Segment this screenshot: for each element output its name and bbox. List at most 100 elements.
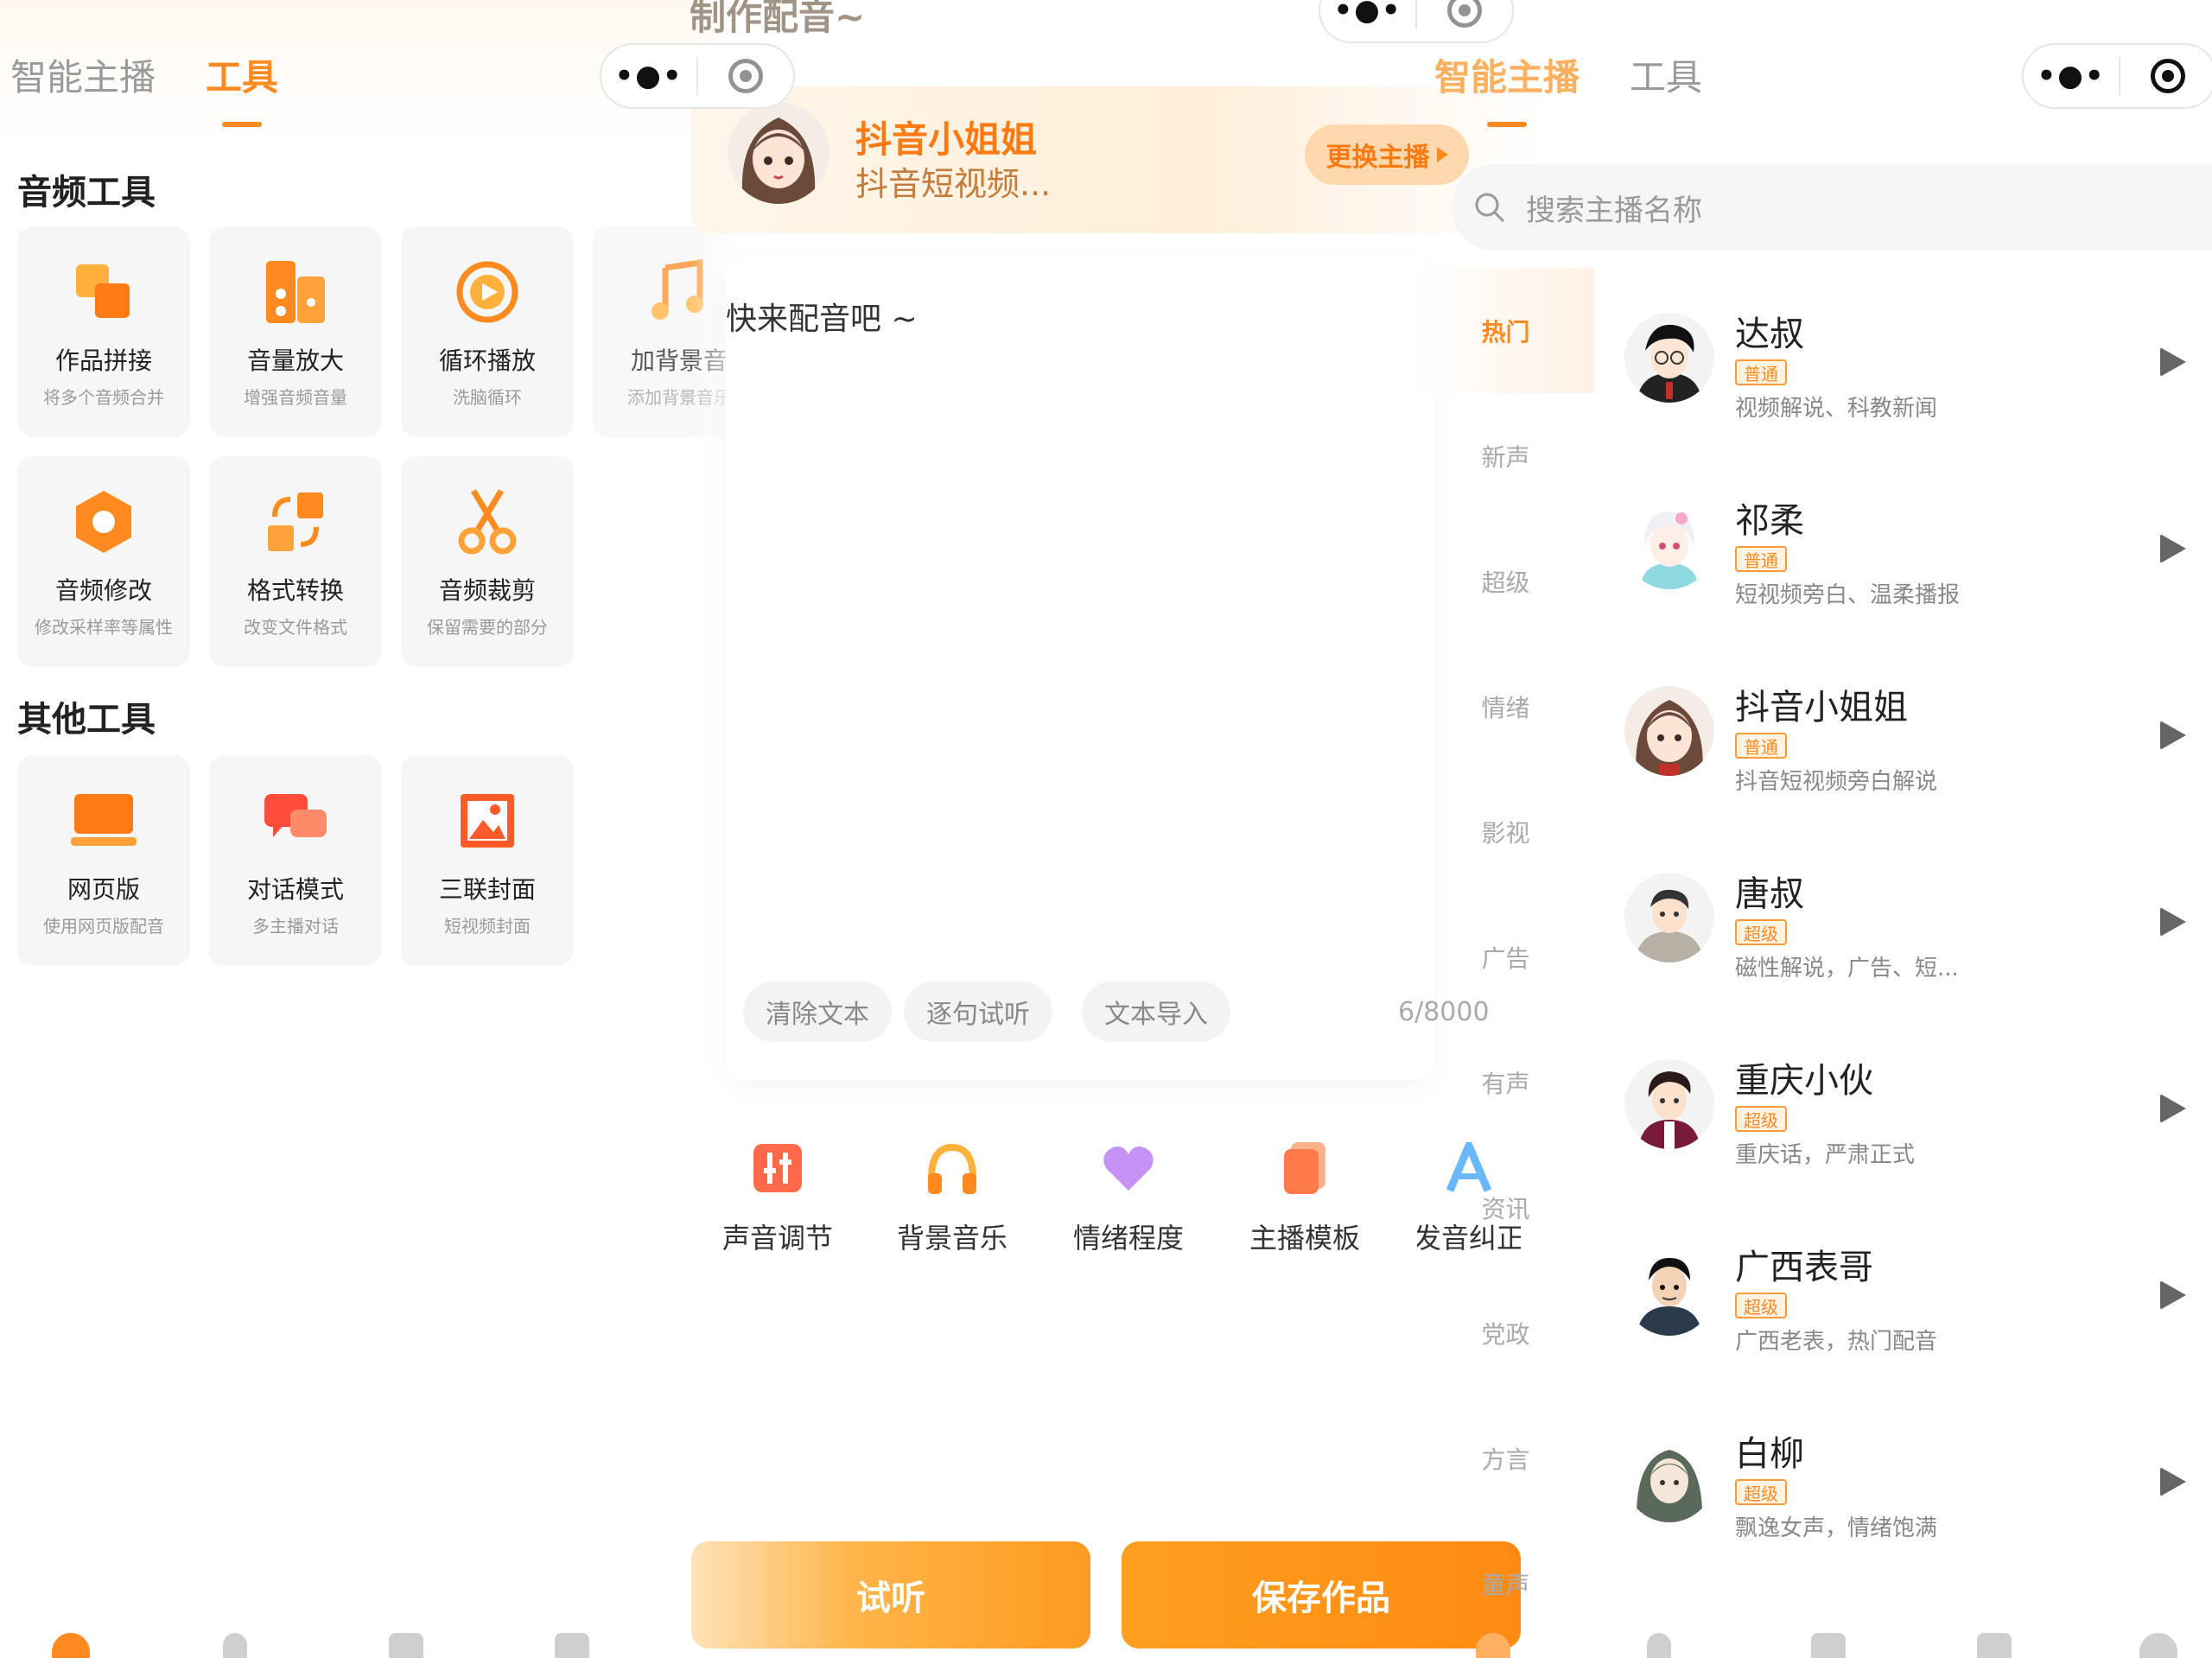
tool-format-convert[interactable]: 格式转换 改变文件格式: [209, 456, 382, 667]
audio-tab-icon[interactable]: [389, 1633, 423, 1658]
loop-icon: [453, 257, 522, 327]
category-sidebar: 热门 新声 超级 情绪 影视 广告 有声 资讯 党政 方言 童声: [1417, 268, 1594, 1646]
clear-text-button[interactable]: 清除文本: [743, 981, 892, 1042]
tools-panel-tabs: 智能主播 工具: [10, 48, 278, 101]
dub-text-area[interactable]: [726, 259, 1434, 1080]
tool-loop-play[interactable]: 循环播放 洗脑循环: [401, 226, 574, 437]
tool-volume-boost[interactable]: 音量放大 增强音频音量: [209, 226, 382, 437]
tool-audio-modify[interactable]: 音频修改 修改采样率等属性: [17, 456, 190, 667]
level-badge: 超级: [1735, 1293, 1787, 1318]
play-icon[interactable]: [2160, 534, 2186, 563]
anchor-row[interactable]: 白柳 超级 飘逸女声，情绪饱满: [1624, 1413, 2212, 1600]
anchor-desc: 磁性解说，广告、短...: [1735, 956, 1959, 981]
tool-triple-cover[interactable]: 三联封面 短视频封面: [401, 755, 574, 966]
tab-tools[interactable]: 工具: [206, 48, 278, 101]
play-icon[interactable]: [2160, 721, 2186, 750]
category-news[interactable]: 资讯: [1417, 1145, 1594, 1270]
headphones-icon: [925, 1140, 980, 1196]
feature-emotion[interactable]: 情绪程度: [1068, 1140, 1189, 1256]
anchor-row[interactable]: 唐叔 超级 磁性解说，广告、短...: [1624, 854, 2212, 1040]
close-target-icon[interactable]: [698, 59, 793, 93]
category-hot[interactable]: 热门: [1417, 268, 1594, 393]
merge-icon: [69, 257, 138, 327]
anchor-desc: 飘逸女声，情绪饱满: [1735, 1515, 1938, 1541]
tool-name: 对话模式: [246, 875, 344, 904]
tool-name: 三联封面: [438, 875, 536, 904]
category-super[interactable]: 超级: [1417, 518, 1594, 644]
feature-name: 声音调节: [721, 1222, 833, 1255]
doc-tab-icon[interactable]: [1977, 1633, 2012, 1658]
avatar: [1624, 686, 1714, 776]
anchor-list: 达叔 普通 视频解说、科教新闻 祁柔 普通 短视频旁白、温柔播报 抖音小姐姐 普…: [1624, 294, 2212, 1600]
mini-program-capsule-left: •●•: [600, 43, 795, 109]
anchor-desc: 抖音短视频旁白解说: [1735, 769, 1938, 795]
sentence-preview-button[interactable]: 逐句试听: [904, 981, 1052, 1042]
speaker-icon: [261, 257, 330, 327]
close-target-icon[interactable]: [2120, 59, 2212, 93]
play-icon[interactable]: [2160, 1467, 2186, 1496]
scissors-icon: [453, 487, 522, 556]
level-badge: 超级: [1735, 1106, 1787, 1132]
play-icon[interactable]: [2160, 1094, 2186, 1123]
anchor-row[interactable]: 广西表哥 超级 广西老表，热门配音: [1624, 1227, 2212, 1413]
anchor-desc: 重庆话，严肃正式: [1735, 1142, 1916, 1168]
anchor-search-input[interactable]: 搜索主播名称: [1452, 164, 2212, 251]
category-child[interactable]: 童声: [1417, 1521, 1594, 1646]
tool-dialog-mode[interactable]: 对话模式 多主播对话: [209, 755, 382, 966]
feature-voice-adjust[interactable]: 声音调节: [717, 1140, 838, 1256]
anchor-row[interactable]: 达叔 普通 视频解说、科教新闻: [1624, 294, 2212, 480]
category-film[interactable]: 影视: [1417, 769, 1594, 894]
switch-anchor-label: 更换主播: [1325, 143, 1430, 173]
anchor-name: 白柳: [1735, 1434, 1804, 1474]
tool-merge[interactable]: 作品拼接 将多个音频合并: [17, 226, 190, 437]
category-new-voice[interactable]: 新声: [1417, 393, 1594, 518]
user-tab-icon[interactable]: [223, 1633, 247, 1658]
preview-button[interactable]: 试听: [691, 1541, 1090, 1648]
tool-name: 作品拼接: [54, 346, 152, 375]
category-audiobook[interactable]: 有声: [1417, 1020, 1594, 1145]
tools-panel: 智能主播 工具 音频工具 作品拼接 将多个音频合并 音量放大 增强音频音量 循环…: [0, 0, 766, 1658]
more-icon[interactable]: •●•: [1320, 0, 1415, 28]
tool-name: 循环播放: [438, 346, 536, 375]
anchor-name: 抖音小姐姐: [1735, 688, 1908, 727]
more-icon[interactable]: •●•: [601, 59, 696, 93]
anchor-row[interactable]: 重庆小伙 超级 重庆话，严肃正式: [1624, 1040, 2212, 1227]
tool-name: 音频裁剪: [438, 576, 536, 605]
anchor-row[interactable]: 抖音小姐姐 普通 抖音短视频旁白解说: [1624, 667, 2212, 854]
other-tools-title: 其他工具: [17, 700, 156, 740]
level-badge: 普通: [1735, 546, 1787, 572]
more-icon[interactable]: •●•: [2024, 59, 2119, 93]
feature-bgm[interactable]: 背景音乐: [892, 1140, 1013, 1256]
play-icon[interactable]: [2160, 1280, 2186, 1310]
category-politics[interactable]: 党政: [1417, 1270, 1594, 1395]
laptop-icon: [69, 786, 138, 855]
tool-desc: 短视频封面: [444, 916, 531, 937]
current-anchor-desc: 抖音短视频...: [855, 165, 1052, 203]
audio-tab-icon[interactable]: [1811, 1633, 1846, 1658]
template-icon: [1277, 1140, 1332, 1196]
category-dialect[interactable]: 方言: [1417, 1395, 1594, 1521]
import-text-button[interactable]: 文本导入: [1082, 981, 1230, 1042]
current-anchor-name: 抖音小姐姐: [855, 118, 1038, 161]
feature-name: 背景音乐: [896, 1222, 1007, 1255]
current-anchor-avatar: [728, 102, 830, 204]
anchor-row[interactable]: 祁柔 普通 短视频旁白、温柔播报: [1624, 480, 2212, 667]
category-ad[interactable]: 广告: [1417, 894, 1594, 1020]
anchor-desc: 短视频旁白、温柔播报: [1735, 582, 1961, 608]
category-emotion[interactable]: 情绪: [1417, 644, 1594, 769]
avatar: [1624, 313, 1714, 403]
doc-tab-icon[interactable]: [555, 1633, 589, 1658]
tool-audio-trim[interactable]: 音频裁剪 保留需要的部分: [401, 456, 574, 667]
mini-program-capsule-right: •●•: [2022, 43, 2212, 109]
tab-tools[interactable]: 工具: [1630, 48, 1702, 101]
anchor-name: 祁柔: [1735, 501, 1804, 541]
play-icon[interactable]: [2160, 907, 2186, 937]
play-icon[interactable]: [2160, 347, 2186, 377]
tab-smart-anchor[interactable]: 智能主播: [10, 48, 156, 101]
tab-smart-anchor[interactable]: 智能主播: [1434, 48, 1580, 101]
feature-template[interactable]: 主播模板: [1244, 1140, 1365, 1256]
tool-desc: 洗脑循环: [453, 387, 522, 408]
avatar: [1624, 499, 1714, 589]
user-tab-icon[interactable]: [1647, 1633, 1671, 1658]
tool-web-version[interactable]: 网页版 使用网页版配音: [17, 755, 190, 966]
